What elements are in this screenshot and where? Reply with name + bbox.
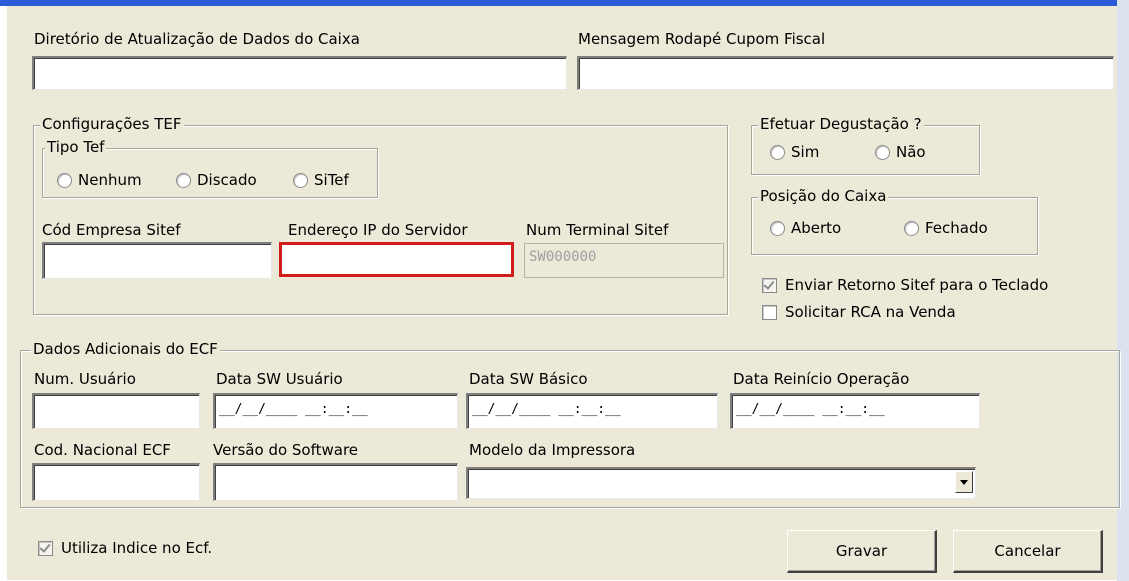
radio-nenhum[interactable]: Nenhum — [57, 171, 142, 189]
config-tef-title: Configurações TEF — [40, 115, 184, 133]
chevron-down-icon[interactable] — [955, 471, 973, 493]
num-terminal-label: Num Terminal Sitef — [526, 221, 669, 239]
enviar-retorno-checkbox[interactable]: Enviar Retorno Sitef para o Teclado — [762, 276, 1048, 294]
radio-circle-icon — [904, 220, 919, 236]
radio-sim-label: Sim — [791, 143, 820, 161]
date-mask: __/__/____ __:__:__ — [219, 402, 368, 417]
checkbox-checked-icon — [38, 540, 53, 556]
cod-nacional-input[interactable] — [32, 463, 200, 501]
radio-sitef-label: SiTef — [314, 171, 349, 189]
data-reinicio-label: Data Reinício Operação — [733, 370, 910, 388]
versao-software-label: Versão do Software — [213, 441, 359, 459]
data-sw-basico-label: Data SW Básico — [469, 370, 588, 388]
modelo-impressora-select[interactable] — [466, 467, 976, 499]
radio-circle-icon — [770, 144, 785, 160]
modelo-impressora-label: Modelo da Impressora — [469, 441, 636, 459]
radio-discado-label: Discado — [197, 171, 257, 189]
mensagem-label: Mensagem Rodapé Cupom Fiscal — [578, 30, 826, 48]
gravar-button[interactable]: Gravar — [787, 530, 937, 573]
endereco-ip-input[interactable] — [279, 242, 514, 277]
posicao-caixa-title: Posição do Caixa — [758, 187, 889, 205]
cod-nacional-label: Cod. Nacional ECF — [34, 441, 171, 459]
radio-nao-label: Não — [896, 143, 926, 161]
radio-sitef[interactable]: SiTef — [293, 171, 349, 189]
radio-aberto[interactable]: Aberto — [770, 219, 841, 237]
radio-circle-icon — [57, 172, 72, 188]
date-mask: __/__/____ __:__:__ — [472, 402, 621, 417]
utiliza-indice-label: Utiliza Indice no Ecf. — [61, 539, 213, 557]
cod-empresa-input[interactable] — [42, 242, 272, 279]
radio-circle-icon — [176, 172, 191, 188]
solicitar-rca-checkbox[interactable]: Solicitar RCA na Venda — [762, 303, 956, 321]
cancelar-button[interactable]: Cancelar — [953, 530, 1103, 573]
tipo-tef-title: Tipo Tef — [45, 138, 107, 156]
utiliza-indice-checkbox[interactable]: Utiliza Indice no Ecf. — [38, 539, 212, 557]
cod-empresa-label: Cód Empresa Sitef — [42, 221, 181, 239]
radio-discado[interactable]: Discado — [176, 171, 257, 189]
versao-software-input[interactable] — [213, 463, 458, 501]
mensagem-input[interactable] — [577, 56, 1114, 90]
radio-sim[interactable]: Sim — [770, 143, 819, 161]
endereco-ip-label: Endereço IP do Servidor — [288, 221, 468, 239]
dados-ecf-title: Dados Adicionais do ECF — [31, 340, 220, 358]
radio-nenhum-label: Nenhum — [78, 171, 142, 189]
radio-circle-icon — [293, 172, 308, 188]
radio-circle-icon — [770, 220, 785, 236]
radio-nao[interactable]: Não — [875, 143, 926, 161]
checkbox-checked-icon — [762, 277, 777, 293]
diretorio-input[interactable] — [32, 56, 567, 90]
enviar-retorno-label: Enviar Retorno Sitef para o Teclado — [785, 276, 1049, 294]
date-mask: __/__/____ __:__:__ — [736, 402, 885, 417]
data-sw-usuario-input[interactable]: __/__/____ __:__:__ — [213, 393, 458, 429]
diretorio-label: Diretório de Atualização de Dados do Cai… — [34, 30, 360, 48]
data-reinicio-input[interactable]: __/__/____ __:__:__ — [730, 393, 980, 429]
radio-fechado[interactable]: Fechado — [904, 219, 988, 237]
radio-aberto-label: Aberto — [791, 219, 842, 237]
num-usuario-input[interactable] — [32, 393, 200, 429]
num-terminal-input[interactable]: SW000000 — [524, 243, 724, 278]
degustacao-title: Efetuar Degustação ? — [758, 115, 924, 133]
checkbox-unchecked-icon — [762, 304, 777, 320]
radio-fechado-label: Fechado — [925, 219, 988, 237]
solicitar-rca-label: Solicitar RCA na Venda — [785, 303, 956, 321]
data-sw-basico-input[interactable]: __/__/____ __:__:__ — [466, 393, 718, 429]
num-usuario-label: Num. Usuário — [34, 370, 136, 388]
data-sw-usuario-label: Data SW Usuário — [216, 370, 343, 388]
radio-circle-icon — [875, 144, 890, 160]
